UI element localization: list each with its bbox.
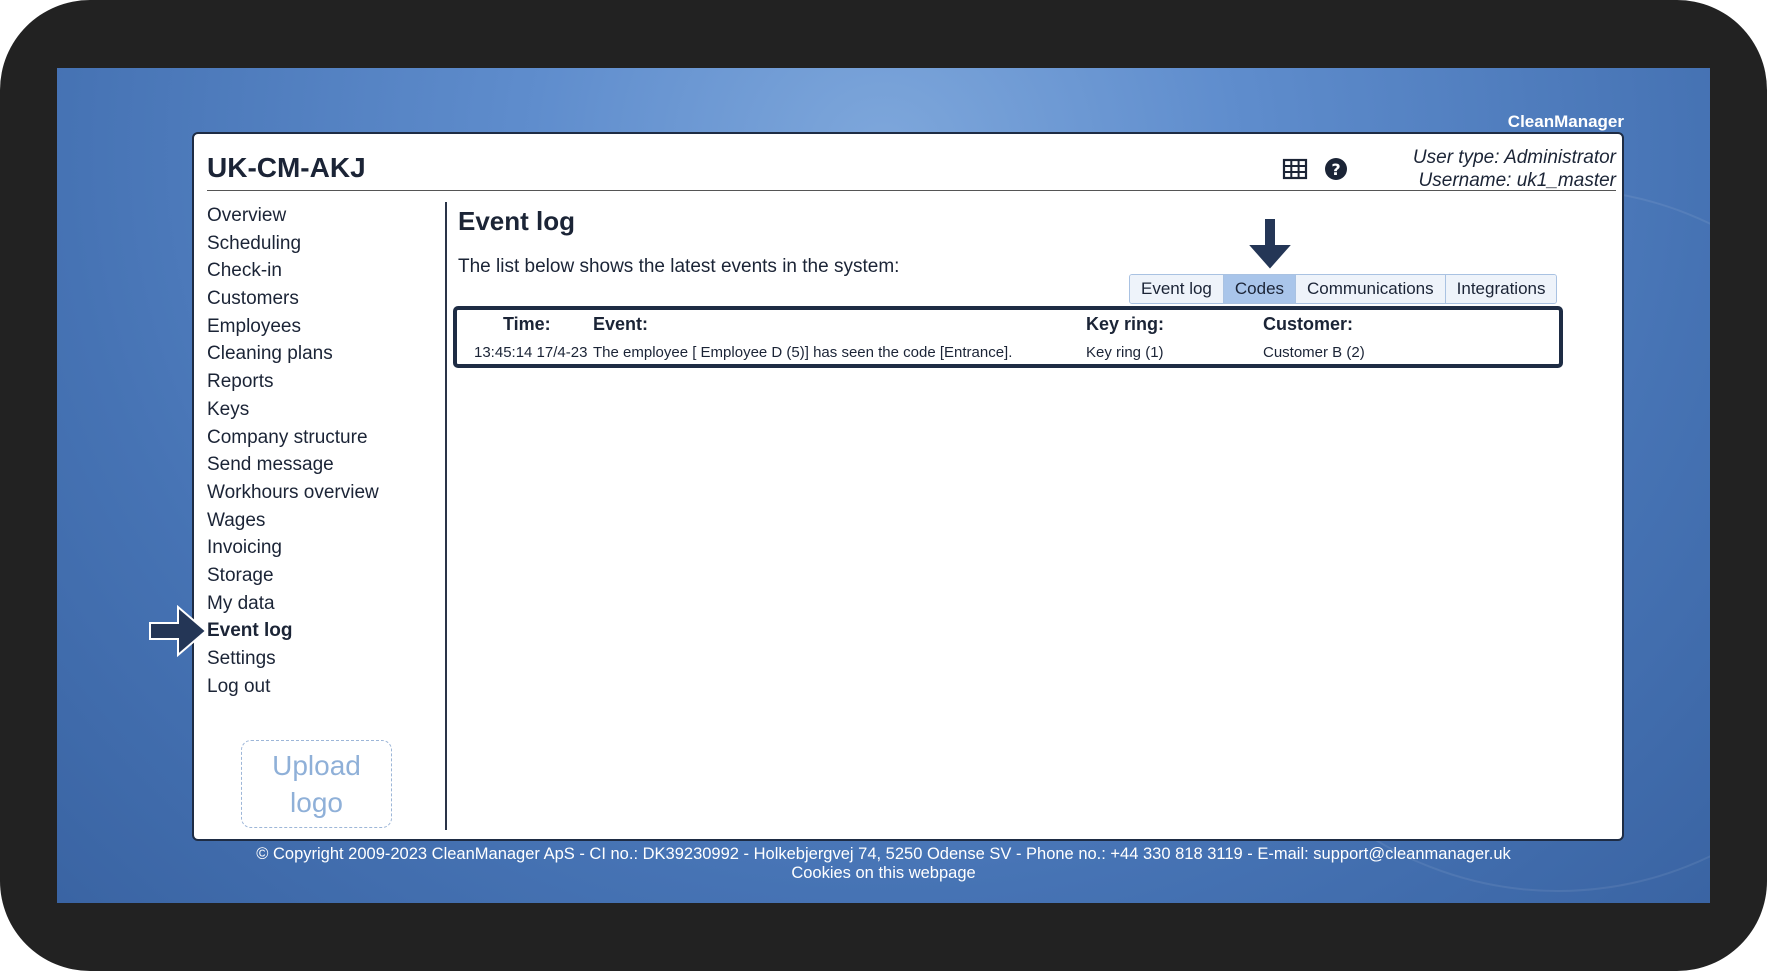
tab-bar: Event log Codes Communications Integrati… — [1129, 274, 1558, 304]
nav-item-cleaning-plans[interactable]: Cleaning plans — [207, 340, 427, 368]
sidebar-nav: Overview Scheduling Check-in Customers E… — [207, 202, 427, 700]
nav-item-storage[interactable]: Storage — [207, 562, 427, 590]
nav-item-send-message[interactable]: Send message — [207, 451, 427, 479]
nav-item-company-structure[interactable]: Company structure — [207, 424, 427, 452]
main-content: Event log The list below shows the lates… — [451, 202, 1614, 829]
nav-item-customers[interactable]: Customers — [207, 285, 427, 313]
footer-copyright: © Copyright 2009-2023 CleanManager ApS -… — [256, 845, 1511, 863]
cell-key-ring: Key ring (1) — [1086, 344, 1164, 361]
event-table: Time: Event: Key ring: Customer: 13:45:1… — [453, 306, 1563, 368]
upload-logo-line1: Upload — [272, 750, 361, 781]
username: Username: uk1_master — [1418, 170, 1616, 191]
page-title: Event log — [458, 206, 576, 236]
nav-item-event-log[interactable]: Event log — [207, 617, 427, 645]
nav-item-reports[interactable]: Reports — [207, 368, 427, 396]
cell-time: 13:45:14 17/4-23 — [474, 344, 588, 361]
nav-item-keys[interactable]: Keys — [207, 396, 427, 424]
brand-label: CleanManager — [1507, 112, 1624, 131]
help-icon[interactable]: ? — [1323, 156, 1349, 182]
user-info: User type: Administrator Username: uk1_m… — [1413, 146, 1616, 192]
footer-cookies-link[interactable]: Cookies on this webpage — [57, 864, 1710, 883]
nav-item-invoicing[interactable]: Invoicing — [207, 534, 427, 562]
nav-item-employees[interactable]: Employees — [207, 313, 427, 341]
upload-logo-line2: logo — [290, 787, 343, 818]
screen: CleanManager UK-CM-AKJ ? User type: Admi… — [57, 68, 1710, 903]
col-header-customer: Customer: — [1263, 314, 1354, 334]
table-icon[interactable] — [1282, 156, 1308, 182]
device-frame: CleanManager UK-CM-AKJ ? User type: Admi… — [0, 0, 1767, 971]
app-title: UK-CM-AKJ — [207, 152, 366, 183]
nav-item-check-in[interactable]: Check-in — [207, 257, 427, 285]
right-arrow-icon — [149, 605, 208, 657]
nav-item-overview[interactable]: Overview — [207, 202, 427, 230]
tab-integrations[interactable]: Integrations — [1445, 275, 1557, 303]
header-divider — [207, 190, 1616, 191]
tab-codes[interactable]: Codes — [1223, 275, 1297, 303]
nav-item-log-out[interactable]: Log out — [207, 673, 427, 701]
intro-text: The list below shows the latest events i… — [458, 256, 900, 277]
upload-logo-button[interactable]: Upload logo — [241, 740, 392, 828]
user-type: User type: Administrator — [1412, 147, 1616, 168]
down-arrow-icon — [1245, 217, 1295, 272]
nav-item-workhours-overview[interactable]: Workhours overview — [207, 479, 427, 507]
tab-event-log[interactable]: Event log — [1130, 275, 1224, 303]
nav-item-my-data[interactable]: My data — [207, 590, 427, 618]
col-header-event: Event: — [593, 314, 649, 334]
sidebar-divider — [445, 202, 447, 830]
col-header-key-ring: Key ring: — [1086, 314, 1165, 334]
col-header-time: Time: — [503, 314, 551, 334]
nav-item-wages[interactable]: Wages — [207, 507, 427, 535]
app-window: UK-CM-AKJ ? User type: Administrator Use… — [192, 132, 1624, 841]
cell-customer: Customer B (2) — [1263, 344, 1365, 361]
nav-item-scheduling[interactable]: Scheduling — [207, 230, 427, 258]
tab-communications[interactable]: Communications — [1296, 275, 1446, 303]
nav-item-settings[interactable]: Settings — [207, 645, 427, 673]
cell-event: The employee [ Employee D (5)] has seen … — [593, 344, 1013, 361]
svg-text:?: ? — [1331, 160, 1340, 179]
